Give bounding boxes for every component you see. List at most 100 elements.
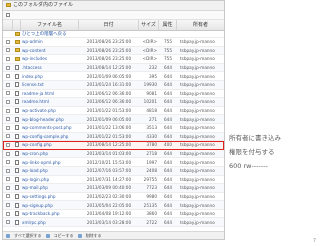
file-row[interactable]: wp-settings.php 2013/02/23 02:30:00 9980 64… <box>3 193 224 202</box>
file-row[interactable]: wp-content 2013/08/26 23:25:00 <DIR> 755 tsb… <box>3 46 224 56</box>
file-permission[interactable]: 644 <box>159 211 177 216</box>
file-row[interactable]: index.php 2012/01/09 06:05:00 395 644 tsbpay… <box>3 72 224 81</box>
file-row[interactable]: wp-trackback.php 2013/04/08 19:12:00 3860 6… <box>3 210 224 219</box>
row-checkbox[interactable] <box>3 168 13 173</box>
file-permission[interactable]: 644 <box>159 151 177 156</box>
file-row[interactable]: wp-cron.php 2013/03/14 01:03:00 2718 644 tsb… <box>3 149 224 159</box>
file-permission[interactable]: 644 <box>159 99 177 104</box>
file-name[interactable]: wp-trackback.php <box>21 211 79 216</box>
file-name[interactable]: index.php <box>21 74 79 79</box>
file-name[interactable]: .htaccess <box>21 65 79 70</box>
file-row[interactable]: wp-mail.php 2013/03/09 00:40:00 7723 644 tsb… <box>3 184 224 193</box>
file-permission[interactable]: 755 <box>159 39 177 44</box>
file-permission[interactable]: 644 <box>159 82 177 87</box>
parent-folder-link[interactable]: ひとつ上の階層へ戻る <box>3 31 224 38</box>
row-checkbox[interactable] <box>3 134 13 139</box>
file-icon <box>13 176 21 182</box>
file-name[interactable]: wp-comments-post.php <box>21 125 79 130</box>
file-name[interactable]: wp-settings.php <box>21 194 79 199</box>
row-checkbox[interactable] <box>3 39 13 44</box>
row-checkbox[interactable] <box>3 65 13 70</box>
file-name[interactable]: wp-includes <box>21 56 79 61</box>
file-name[interactable]: readme.html <box>21 99 79 104</box>
file-row[interactable]: wp-signup.php 2013/05/04 22:05:00 25135 644… <box>3 201 224 210</box>
row-checkbox[interactable] <box>3 151 13 156</box>
file-name[interactable]: xmlrpc.php <box>21 220 79 225</box>
file-permission[interactable]: 755 <box>159 56 177 61</box>
file-name[interactable]: wp-activate.php <box>21 108 79 113</box>
file-row[interactable]: readme.html 2013/06/12 06:36:00 10201 644 ts… <box>3 98 224 107</box>
file-name[interactable]: license.txt <box>21 82 79 87</box>
file-name[interactable]: wp-load.php <box>21 168 79 173</box>
row-checkbox[interactable] <box>3 177 13 182</box>
file-row[interactable]: wp-load.php 2012/07/16 03:57:00 2408 644 tsb… <box>3 166 224 176</box>
file-permission[interactable]: 644 <box>159 65 177 70</box>
row-checkbox[interactable] <box>3 74 13 79</box>
select-all-link[interactable]: すべて選択する <box>14 233 42 239</box>
file-name[interactable]: readme-ja.html <box>21 91 79 96</box>
file-permission[interactable]: 644 <box>159 108 177 113</box>
row-checkbox[interactable] <box>3 117 13 122</box>
file-name[interactable]: wp-blog-header.php <box>21 117 79 122</box>
file-permission[interactable]: 644 <box>159 134 177 139</box>
row-checkbox[interactable] <box>3 203 13 208</box>
row-checkbox[interactable] <box>3 142 13 147</box>
row-checkbox[interactable] <box>3 211 13 216</box>
file-row[interactable]: license.txt 2013/01/24 16:31:00 19930 644 ts… <box>3 80 224 90</box>
file-row[interactable]: xmlrpc.php 2013/03/14 03:28:00 2722 644 tsbp… <box>3 218 224 228</box>
file-row[interactable]: wp-activate.php 2013/01/22 01:53:00 4818 64… <box>3 107 224 116</box>
file-name[interactable]: wp-cron.php <box>21 151 79 156</box>
file-permission[interactable]: 755 <box>159 48 177 53</box>
file-row[interactable]: wp-config-sample.php 2013/01/22 01:53:00 4… <box>3 132 224 142</box>
row-checkbox[interactable] <box>3 160 13 165</box>
file-permission[interactable]: 644 <box>159 220 177 225</box>
file-name[interactable]: wp-config-sample.php <box>21 134 79 139</box>
file-permission[interactable]: 644 <box>159 194 177 199</box>
file-name[interactable]: wp-login.php <box>21 177 79 182</box>
file-permission[interactable]: 644 <box>159 203 177 208</box>
file-row[interactable]: wp-includes 2013/08/26 23:25:00 <DIR> 755 ts… <box>3 55 224 64</box>
file-permission[interactable]: 644 <box>159 74 177 79</box>
copy-link[interactable]: コピーする <box>54 233 74 239</box>
file-permission[interactable]: 644 <box>159 177 177 182</box>
row-checkbox[interactable] <box>3 82 13 87</box>
file-row[interactable]: wp-blog-header.php 2012/01/09 06:05:00 271… <box>3 115 224 124</box>
row-checkbox[interactable] <box>3 194 13 199</box>
row-checkbox[interactable] <box>3 220 13 225</box>
header-permission[interactable]: 属性 <box>159 20 177 30</box>
file-name[interactable]: wp-signup.php <box>21 203 79 208</box>
file-row[interactable]: .htaccess 2013/08/14 12:25:00 232 644 tsbpay… <box>3 63 224 73</box>
file-row[interactable]: readme-ja.html 2013/06/12 06:36:00 9081 644… <box>3 90 224 99</box>
file-name[interactable]: wp-config.php <box>21 142 79 147</box>
file-permission[interactable]: 644 <box>159 185 177 190</box>
file-permission[interactable]: 644 <box>159 125 177 130</box>
file-name[interactable]: wp-mail.php <box>21 185 79 190</box>
file-name[interactable]: wp-admin <box>21 39 79 44</box>
file-row[interactable]: wp-login.php 2013/07/31 14:27:00 29755 644 t… <box>3 176 224 185</box>
file-permission[interactable]: 400 <box>159 142 177 147</box>
row-checkbox[interactable] <box>3 125 13 130</box>
file-owner: tsbpay.jp-manno <box>180 90 215 96</box>
header-date[interactable]: 日付 <box>79 20 139 30</box>
delete-link[interactable]: 削除する <box>86 233 102 239</box>
file-row[interactable]: wp-config.php 2013/08/14 12:25:00 3780 400 t… <box>3 141 224 150</box>
file-row[interactable]: wp-admin 2013/08/26 23:25:00 <DIR> 755 tsbpa… <box>3 38 224 47</box>
row-checkbox[interactable] <box>3 185 13 190</box>
file-permission[interactable]: 644 <box>159 160 177 165</box>
file-row[interactable]: wp-links-opml.php 2012/10/21 15:53:00 1997… <box>3 158 224 167</box>
row-checkbox[interactable] <box>3 91 13 96</box>
header-owner[interactable]: 所有者 <box>177 20 224 30</box>
file-row[interactable]: wp-comments-post.php 2013/01/22 13:06:00 3… <box>3 124 224 133</box>
row-checkbox[interactable] <box>3 48 13 53</box>
file-name[interactable]: wp-content <box>21 48 79 53</box>
header-name[interactable]: ファイル名 <box>21 20 79 30</box>
file-name[interactable]: wp-links-opml.php <box>21 160 79 165</box>
file-permission[interactable]: 644 <box>159 168 177 173</box>
file-permission[interactable]: 644 <box>159 117 177 122</box>
header-size[interactable]: サイズ <box>139 20 159 30</box>
row-checkbox[interactable] <box>3 99 13 104</box>
row-checkbox[interactable] <box>3 108 13 113</box>
file-permission[interactable]: 644 <box>159 91 177 96</box>
row-checkbox[interactable] <box>3 56 13 61</box>
select-all-checkbox[interactable] <box>6 13 10 17</box>
